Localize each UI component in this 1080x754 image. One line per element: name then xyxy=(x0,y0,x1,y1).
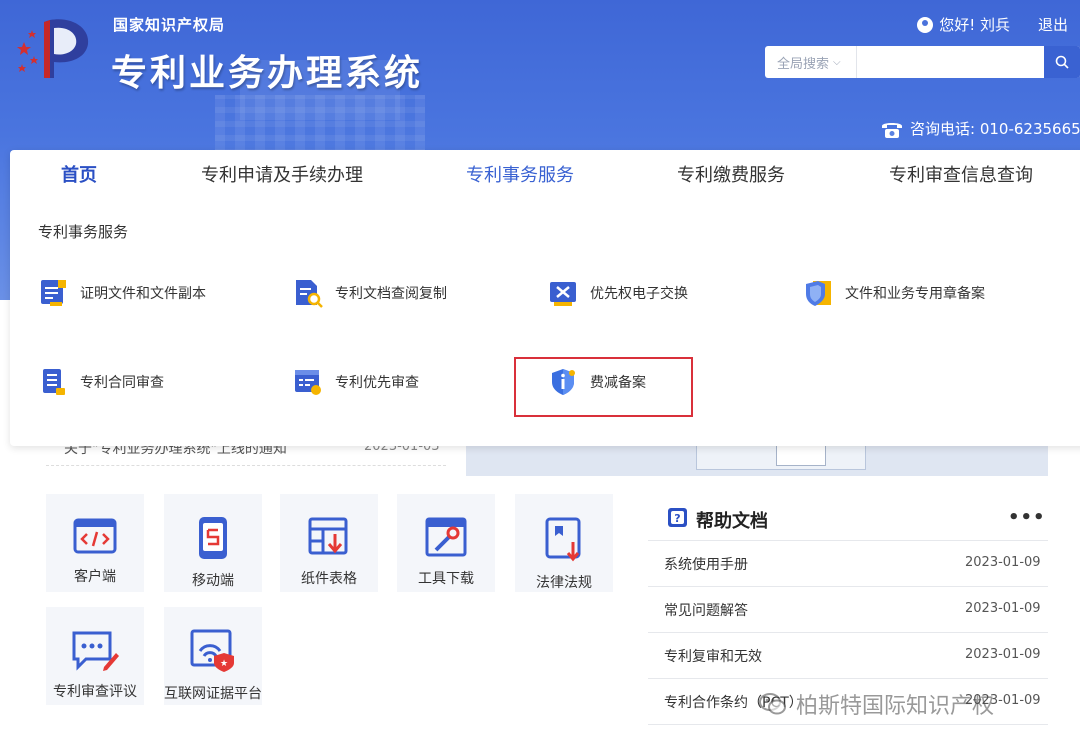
nav-home[interactable]: 首页 xyxy=(61,161,97,187)
code-window-icon xyxy=(73,516,117,556)
tile-internet-evidence[interactable]: ★ 互联网证据平台 xyxy=(164,607,262,705)
org-name: 国家知识产权局 xyxy=(113,14,225,35)
dropdown-section-title: 专利事务服务 xyxy=(38,221,128,242)
global-search: 全局搜索 ⌵ xyxy=(765,46,1080,78)
help-row-title[interactable]: 常见问题解答 xyxy=(664,600,748,620)
help-doc-icon: ? xyxy=(666,506,690,530)
more-icon[interactable]: ••• xyxy=(1008,507,1046,528)
help-row-title[interactable]: 系统使用手册 xyxy=(664,554,748,574)
tile-label: 移动端 xyxy=(192,570,234,590)
table-download-icon xyxy=(307,516,351,558)
comment-edit-icon xyxy=(70,629,120,671)
telephone-icon xyxy=(880,119,904,139)
shield-stamp-icon xyxy=(803,278,833,308)
service-label: 优先权电子交换 xyxy=(590,283,688,303)
svg-text:★: ★ xyxy=(220,659,228,669)
tools-icon xyxy=(424,516,468,558)
highlight-annotation-box xyxy=(514,357,693,417)
service-label: 证明文件和文件副本 xyxy=(80,283,206,303)
help-row-date: 2023-01-09 xyxy=(965,647,1041,662)
help-row-title[interactable]: 专利复审和无效 xyxy=(664,646,762,666)
service-contract-review[interactable]: 专利合同审查 xyxy=(38,367,164,397)
tile-label: 法律法规 xyxy=(536,572,592,592)
search-icon xyxy=(1055,55,1069,69)
watermark: 柏斯特国际知识产权 xyxy=(758,688,994,720)
tile-label: 工具下载 xyxy=(418,568,474,588)
tile-label: 客户端 xyxy=(74,566,116,586)
doc-search-icon xyxy=(293,278,323,308)
tile-laws[interactable]: 法律法规 xyxy=(515,494,613,592)
service-priority-review[interactable]: 专利优先审查 xyxy=(293,367,419,397)
logout-link[interactable]: 退出 xyxy=(1038,14,1068,35)
search-input[interactable] xyxy=(857,47,1044,77)
user-avatar-icon xyxy=(917,17,933,33)
service-certificate-copies[interactable]: 证明文件和文件副本 xyxy=(38,278,206,308)
help-row-date: 2023-01-09 xyxy=(965,601,1041,616)
search-scope-select[interactable]: 全局搜索 ⌵ xyxy=(765,46,857,78)
mobile-icon xyxy=(191,516,235,560)
certificate-doc-icon xyxy=(38,278,68,308)
nav-patent-application[interactable]: 专利申请及手续办理 xyxy=(201,161,363,187)
user-greeting[interactable]: 您好! 刘兵 xyxy=(939,14,1010,35)
help-row[interactable]: 常见问题解答 2023-01-09 xyxy=(648,587,1048,633)
tile-label: 纸件表格 xyxy=(301,568,357,588)
tile-paper-forms[interactable]: 纸件表格 xyxy=(280,494,378,592)
tile-mobile[interactable]: 移动端 xyxy=(164,494,262,592)
tile-client[interactable]: 客户端 xyxy=(46,494,144,592)
nav-patent-examination-query[interactable]: 专利审查信息查询 xyxy=(889,161,1033,187)
search-scope-label: 全局搜索 xyxy=(777,53,829,72)
tile-tools[interactable]: 工具下载 xyxy=(397,494,495,592)
tile-label: 互联网证据平台 xyxy=(164,683,262,703)
tile-review-comment[interactable]: 专利审查评议 xyxy=(46,607,144,705)
nav-patent-affairs[interactable]: 专利事务服务 xyxy=(466,161,574,187)
search-button[interactable] xyxy=(1044,46,1080,78)
nav-dropdown-card: 首页 专利申请及手续办理 专利事务服务 专利缴费服务 专利审查信息查询 专利事务… xyxy=(10,150,1080,446)
main-nav: 首页 专利申请及手续办理 专利事务服务 专利缴费服务 专利审查信息查询 xyxy=(10,150,1080,196)
service-priority-exchange[interactable]: 优先权电子交换 xyxy=(548,278,688,308)
exchange-icon xyxy=(548,278,578,308)
cnipa-logo-icon xyxy=(10,12,100,82)
help-row-date: 2023-01-09 xyxy=(965,555,1041,570)
wechat-icon xyxy=(758,691,788,717)
help-title: 帮助文档 xyxy=(696,507,768,533)
service-doc-review-copy[interactable]: 专利文档查阅复制 xyxy=(293,278,447,308)
service-label: 文件和业务专用章备案 xyxy=(845,283,985,303)
wifi-evidence-icon: ★ xyxy=(190,629,236,673)
priority-review-icon xyxy=(293,367,323,397)
hotline: 咨询电话: 010-62356655 xyxy=(880,118,1080,139)
help-row[interactable]: 系统使用手册 2023-01-09 xyxy=(648,541,1048,587)
service-label: 专利合同审查 xyxy=(80,372,164,392)
system-title: 专利业务办理系统 xyxy=(111,44,423,96)
hotline-text: 咨询电话: 010-62356655 xyxy=(910,118,1080,139)
service-seal-filing[interactable]: 文件和业务专用章备案 xyxy=(803,278,985,308)
chevron-down-icon: ⌵ xyxy=(833,57,841,68)
contract-doc-icon xyxy=(38,367,68,397)
nav-patent-fees[interactable]: 专利缴费服务 xyxy=(677,161,785,187)
user-area: 您好! 刘兵 退出 xyxy=(917,14,1068,35)
svg-text:?: ? xyxy=(674,512,680,525)
help-row[interactable]: 专利复审和无效 2023-01-09 xyxy=(648,633,1048,679)
tile-label: 专利审查评议 xyxy=(53,681,137,701)
service-label: 专利优先审查 xyxy=(335,372,419,392)
service-label: 专利文档查阅复制 xyxy=(335,283,447,303)
watermark-text: 柏斯特国际知识产权 xyxy=(796,688,994,720)
law-book-icon xyxy=(542,516,586,562)
help-header: ? 帮助文档 ••• xyxy=(648,497,1048,541)
